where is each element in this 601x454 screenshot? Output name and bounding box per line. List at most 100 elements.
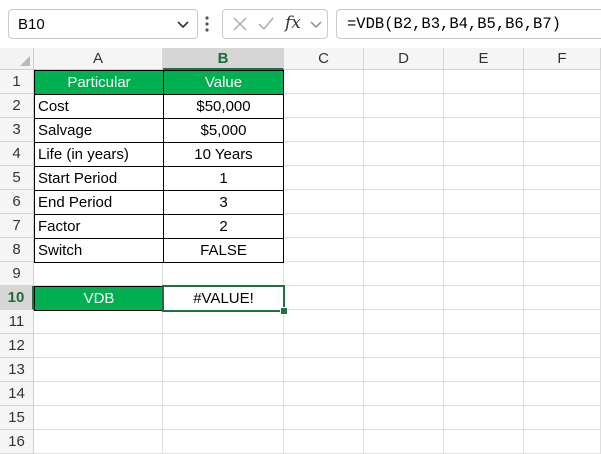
cell-e15[interactable]: [444, 406, 524, 430]
cell-d7[interactable]: [364, 214, 444, 238]
cell-a8[interactable]: Switch: [34, 238, 164, 263]
cell-d11[interactable]: [364, 310, 444, 334]
column-header-e[interactable]: E: [444, 48, 524, 70]
cell-f6[interactable]: [524, 190, 601, 214]
select-all-button[interactable]: [0, 48, 34, 70]
cell-f2[interactable]: [524, 94, 601, 118]
cell-c5[interactable]: [284, 166, 364, 190]
cell-f7[interactable]: [524, 214, 601, 238]
row-header-13[interactable]: 13: [0, 358, 34, 382]
column-header-d[interactable]: D: [364, 48, 444, 70]
cell-a16[interactable]: [34, 430, 163, 454]
cell-c6[interactable]: [284, 190, 364, 214]
chevron-down-icon[interactable]: [175, 16, 191, 32]
cell-b11[interactable]: [163, 310, 284, 334]
cell-b8[interactable]: FALSE: [163, 238, 284, 263]
cell-d14[interactable]: [364, 382, 444, 406]
cell-f14[interactable]: [524, 382, 601, 406]
cell-c2[interactable]: [284, 94, 364, 118]
cell-f12[interactable]: [524, 334, 601, 358]
cell-b16[interactable]: [163, 430, 284, 454]
cell-b14[interactable]: [163, 382, 284, 406]
cell-a4[interactable]: Life (in years): [34, 142, 164, 167]
cell-f3[interactable]: [524, 118, 601, 142]
cell-d3[interactable]: [364, 118, 444, 142]
name-box-value[interactable]: B10: [18, 16, 45, 33]
cell-a5[interactable]: Start Period: [34, 166, 164, 191]
cell-c3[interactable]: [284, 118, 364, 142]
column-header-c[interactable]: C: [284, 48, 364, 70]
row-header-14[interactable]: 14: [0, 382, 34, 406]
cell-d6[interactable]: [364, 190, 444, 214]
cell-e14[interactable]: [444, 382, 524, 406]
cell-a6[interactable]: End Period: [34, 190, 164, 215]
cell-c4[interactable]: [284, 142, 364, 166]
formula-text[interactable]: =VDB(B2,B3,B4,B5,B6,B7): [347, 15, 561, 33]
cancel-icon[interactable]: [231, 15, 249, 33]
cell-a14[interactable]: [34, 382, 163, 406]
cell-e7[interactable]: [444, 214, 524, 238]
cell-a12[interactable]: [34, 334, 163, 358]
cell-d8[interactable]: [364, 238, 444, 262]
cell-f16[interactable]: [524, 430, 601, 454]
fx-icon[interactable]: fx: [285, 13, 301, 33]
cell-d9[interactable]: [364, 262, 444, 286]
more-vert-icon[interactable]: [204, 15, 210, 33]
cell-b13[interactable]: [163, 358, 284, 382]
cell-d2[interactable]: [364, 94, 444, 118]
cell-f13[interactable]: [524, 358, 601, 382]
cell-d1[interactable]: [364, 70, 444, 94]
row-header-5[interactable]: 5: [0, 166, 34, 190]
cell-e2[interactable]: [444, 94, 524, 118]
cell-e4[interactable]: [444, 142, 524, 166]
cell-c15[interactable]: [284, 406, 364, 430]
cell-a15[interactable]: [34, 406, 163, 430]
column-header-b[interactable]: B: [163, 48, 284, 70]
cell-d10[interactable]: [364, 286, 444, 310]
row-header-4[interactable]: 4: [0, 142, 34, 166]
cell-f15[interactable]: [524, 406, 601, 430]
formula-input[interactable]: =VDB(B2,B3,B4,B5,B6,B7): [336, 9, 601, 39]
chevron-down-icon[interactable]: [309, 15, 323, 33]
cell-a11[interactable]: [34, 310, 163, 334]
cell-f8[interactable]: [524, 238, 601, 262]
row-header-7[interactable]: 7: [0, 214, 34, 238]
cell-a13[interactable]: [34, 358, 163, 382]
row-header-11[interactable]: 11: [0, 310, 34, 334]
cell-e3[interactable]: [444, 118, 524, 142]
row-header-9[interactable]: 9: [0, 262, 34, 286]
cell-b10[interactable]: #VALUE!: [162, 285, 285, 312]
cell-a1[interactable]: Particular: [34, 70, 164, 95]
cell-a3[interactable]: Salvage: [34, 118, 164, 143]
cell-f10[interactable]: [524, 286, 601, 310]
cell-e12[interactable]: [444, 334, 524, 358]
cell-c7[interactable]: [284, 214, 364, 238]
cell-c16[interactable]: [284, 430, 364, 454]
cell-a9[interactable]: [34, 262, 163, 286]
spreadsheet-grid[interactable]: A B C D E F 1 2 3 4 5 6 7 8 9 10 11 12 1…: [0, 48, 601, 454]
fill-handle[interactable]: [280, 307, 288, 315]
cell-c12[interactable]: [284, 334, 364, 358]
cell-f9[interactable]: [524, 262, 601, 286]
column-header-a[interactable]: A: [34, 48, 163, 70]
cell-d13[interactable]: [364, 358, 444, 382]
cell-f11[interactable]: [524, 310, 601, 334]
cell-d16[interactable]: [364, 430, 444, 454]
cell-b15[interactable]: [163, 406, 284, 430]
row-header-6[interactable]: 6: [0, 190, 34, 214]
cell-c14[interactable]: [284, 382, 364, 406]
name-box[interactable]: B10: [8, 9, 198, 39]
cell-e9[interactable]: [444, 262, 524, 286]
row-header-8[interactable]: 8: [0, 238, 34, 262]
cell-e11[interactable]: [444, 310, 524, 334]
row-header-3[interactable]: 3: [0, 118, 34, 142]
cell-b9[interactable]: [163, 262, 284, 286]
cell-a7[interactable]: Factor: [34, 214, 164, 239]
cell-b3[interactable]: $5,000: [163, 118, 284, 143]
row-header-15[interactable]: 15: [0, 406, 34, 430]
cell-e1[interactable]: [444, 70, 524, 94]
cell-e16[interactable]: [444, 430, 524, 454]
cell-c8[interactable]: [284, 238, 364, 262]
row-header-10[interactable]: 10: [0, 286, 34, 310]
cell-a10[interactable]: VDB: [34, 286, 164, 311]
